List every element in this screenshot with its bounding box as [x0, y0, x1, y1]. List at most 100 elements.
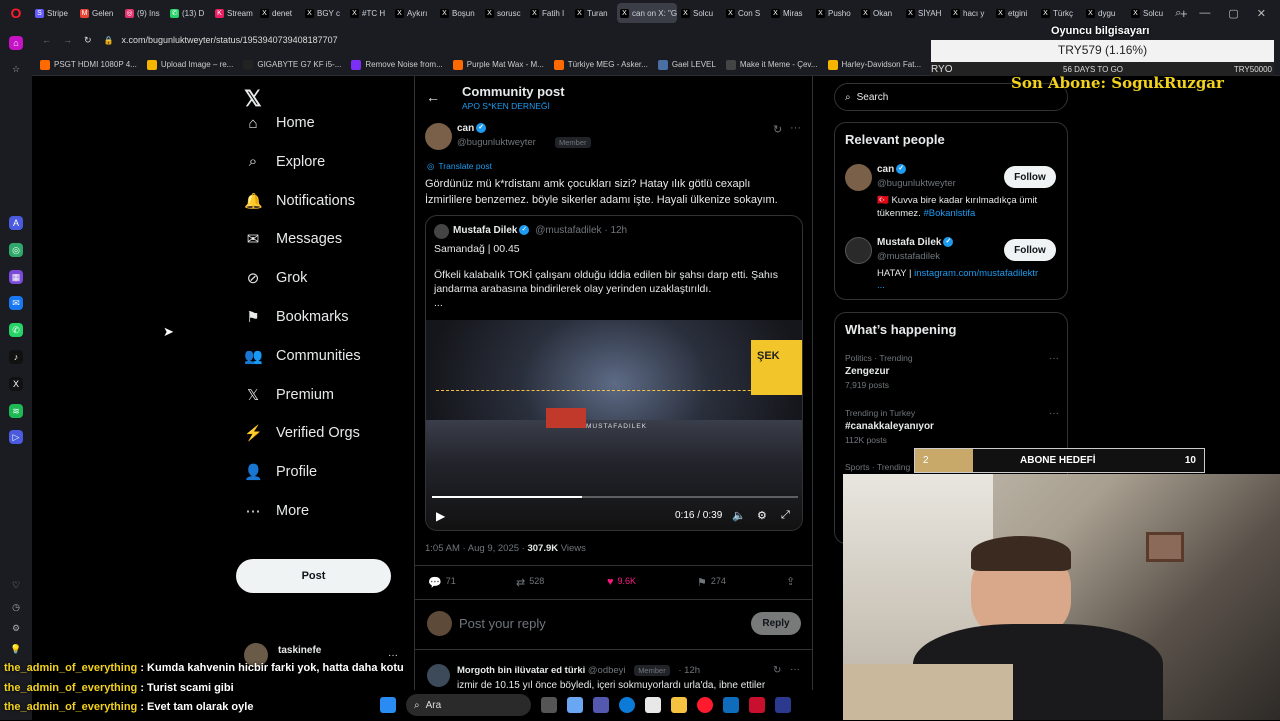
bookmark-item[interactable]: Make it Meme - Çev...: [725, 59, 818, 70]
heart-icon[interactable]: ♡: [9, 578, 23, 592]
reply-button[interactable]: Reply: [751, 612, 801, 635]
nav-item-premium[interactable]: 𝕏 Premium: [244, 381, 334, 409]
nav-item-home[interactable]: ⌂ Home: [244, 109, 314, 137]
browser-tab[interactable]: X Fatih I: [527, 3, 571, 23]
windows-start-icon[interactable]: [380, 697, 396, 713]
settings-icon[interactable]: ⚙: [9, 621, 23, 635]
nav-item-more[interactable]: ⋯ More: [244, 497, 310, 525]
like-action[interactable]: ♥ 9.6K: [607, 576, 636, 588]
store-icon[interactable]: [645, 697, 661, 713]
person-name-row[interactable]: can ✓: [877, 164, 907, 175]
video-progress-track[interactable]: [432, 496, 798, 498]
nav-item-messages[interactable]: ✉ Messages: [244, 225, 342, 253]
minimize-icon[interactable]: —: [1199, 7, 1210, 19]
post-button[interactable]: Post: [236, 559, 391, 593]
quote-author-avatar[interactable]: [434, 224, 449, 239]
x-app-icon[interactable]: X: [9, 377, 23, 391]
nav-item-notifications[interactable]: 🔔 Notifications: [244, 187, 355, 215]
browser-tab[interactable]: S Stripe: [32, 3, 76, 23]
browser-tab[interactable]: X SİYAH: [903, 3, 947, 23]
grok-icon[interactable]: ↻: [773, 123, 782, 136]
video-player[interactable]: ŞEK MUSTAFADILEK ▶ 0:16 / 0:39 🔈 ⚙ ⤢: [426, 320, 802, 530]
browser-tab[interactable]: Xcan on X: "G: [617, 3, 677, 23]
bookmark-item[interactable]: Upload Image – re...: [146, 59, 233, 70]
follow-button[interactable]: Follow: [1004, 166, 1056, 188]
star-icon[interactable]: ☆: [9, 62, 23, 76]
search-tabs-icon[interactable]: ⌕: [1175, 7, 1181, 20]
browser-tab[interactable]: X Türkç: [1038, 3, 1082, 23]
nav-item-verified-orgs[interactable]: ⚡ Verified Orgs: [244, 419, 360, 447]
post-more-icon[interactable]: ···: [790, 122, 801, 134]
taskbar-search[interactable]: ⌕ Ara: [406, 694, 531, 716]
account-more-icon[interactable]: ···: [388, 650, 398, 661]
post-timestamp[interactable]: 1:05 AM · Aug 9, 2025 ·: [425, 543, 527, 554]
forward-icon[interactable]: →: [63, 35, 72, 45]
browser-tab[interactable]: X Con S: [723, 3, 767, 23]
browser-tab[interactable]: X Okan: [858, 3, 902, 23]
nav-item-explore[interactable]: ⌕ Explore: [244, 148, 325, 176]
nav-item-communities[interactable]: 👥 Communities: [244, 342, 361, 370]
person-handle[interactable]: @mustafadilek: [877, 251, 940, 262]
person-handle[interactable]: @bugunluktweyter: [877, 178, 956, 189]
browser-tab[interactable]: X Solcu: [678, 3, 722, 23]
grok-icon[interactable]: ↻: [773, 665, 781, 676]
quote-author-name[interactable]: Mustafa Dilek: [453, 225, 517, 236]
trend-item[interactable]: Politics · Trending Zengezur 7,919 posts…: [845, 353, 1059, 390]
trend-item[interactable]: Trending in Turkey #canakkaleyanıyor 112…: [845, 408, 1059, 445]
close-window-icon[interactable]: ✕: [1257, 7, 1266, 20]
author-handle[interactable]: @bugunluktweyter: [457, 137, 536, 148]
reply-action[interactable]: 💬 71: [428, 576, 456, 589]
next-post-author[interactable]: Morgoth bin ilüvatar ed türki: [457, 665, 585, 676]
browser-tab[interactable]: X BGY c: [302, 3, 346, 23]
browser-tab[interactable]: X #TC H: [347, 3, 391, 23]
browser-tab[interactable]: M Gelen: [77, 3, 121, 23]
opera-logo-icon[interactable]: O: [0, 0, 32, 26]
author-name[interactable]: can: [457, 123, 474, 134]
browser-tab[interactable]: X Turan: [572, 3, 616, 23]
reply-input[interactable]: Post your reply: [459, 616, 546, 631]
person-avatar[interactable]: [845, 164, 872, 191]
back-arrow-icon[interactable]: ←: [426, 89, 440, 105]
next-post-avatar[interactable]: [427, 664, 450, 687]
video-settings-icon[interactable]: ⚙: [757, 509, 767, 522]
whatsapp-icon[interactable]: ✆: [9, 323, 23, 337]
history-icon[interactable]: ◷: [9, 600, 23, 614]
author-name-row[interactable]: can ✓: [457, 123, 487, 134]
fullscreen-icon[interactable]: ⤢: [781, 509, 790, 522]
chatgpt-icon[interactable]: ◎: [9, 243, 23, 257]
home-icon[interactable]: ⌂: [9, 36, 23, 50]
person-name[interactable]: Mustafa Dilek: [877, 237, 941, 248]
opera-icon[interactable]: [697, 697, 713, 713]
browser-tab[interactable]: X Aykırı: [392, 3, 436, 23]
nav-item-grok[interactable]: ⊘ Grok: [244, 264, 308, 292]
browser-tab[interactable]: K Stream: [212, 3, 256, 23]
follow-button[interactable]: Follow: [1004, 239, 1056, 261]
spotify-icon[interactable]: ≋: [9, 404, 23, 418]
copilot-icon[interactable]: [567, 697, 583, 713]
back-icon[interactable]: ←: [42, 35, 51, 45]
nav-item-profile[interactable]: 👤 Profile: [244, 458, 317, 486]
bookmark-item[interactable]: Harley-Davidson Fat...: [827, 59, 921, 70]
browser-tab[interactable]: ◎ (9) Ins: [122, 3, 166, 23]
search-input[interactable]: Search: [857, 92, 889, 103]
aria-icon[interactable]: A: [9, 216, 23, 230]
browser-tab[interactable]: Xsorusc: [482, 3, 526, 23]
translate-link[interactable]: ◎ Translate post: [427, 161, 492, 172]
reload-icon[interactable]: ↻: [84, 35, 92, 46]
apps-icon[interactable]: ▦: [9, 270, 23, 284]
person-name-row[interactable]: Mustafa Dilek ✓: [877, 237, 954, 248]
edge-icon[interactable]: [619, 697, 635, 713]
app-icon[interactable]: [749, 697, 765, 713]
person-bio-hashtag[interactable]: #Bokanlstifa: [923, 208, 975, 219]
app-icon[interactable]: [775, 697, 791, 713]
quoted-post[interactable]: Mustafa Dilek ✓ @mustafadilek · 12h Saman…: [425, 215, 803, 531]
author-avatar[interactable]: [425, 123, 452, 150]
repost-action[interactable]: ⇄ 528: [516, 576, 544, 589]
site-info-icon[interactable]: 🔒: [104, 36, 114, 45]
browser-tab[interactable]: Xetgini: [993, 3, 1037, 23]
maximize-icon[interactable]: ▢: [1228, 7, 1238, 20]
outlook-icon[interactable]: [723, 697, 739, 713]
next-post-handle[interactable]: @odbeyi: [588, 665, 626, 676]
quote-author-handle[interactable]: @mustafadilek: [535, 225, 601, 236]
task-view-icon[interactable]: [541, 697, 557, 713]
